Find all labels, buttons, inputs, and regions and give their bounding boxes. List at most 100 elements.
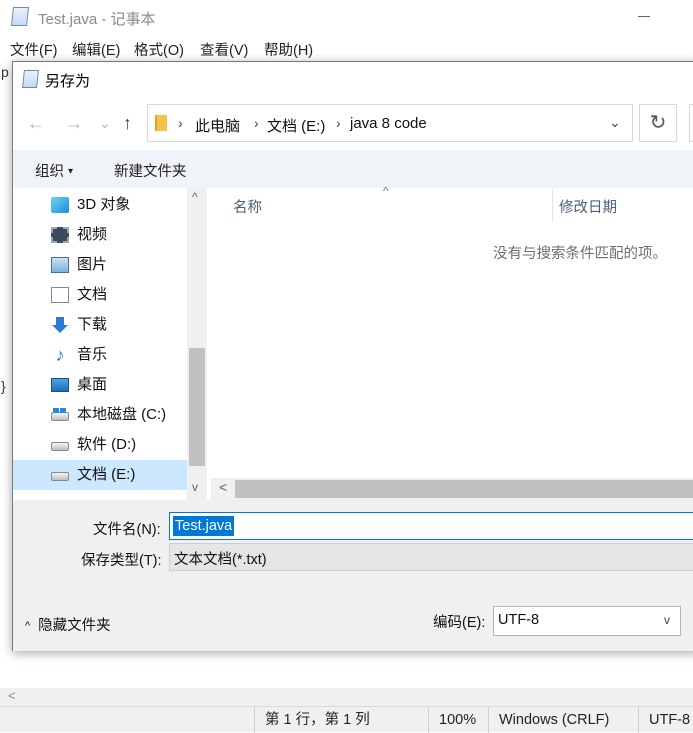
filetype-select[interactable]: 文本文档(*.txt)	[169, 543, 693, 571]
editor-text-fragment: p	[1, 64, 9, 80]
column-header-date-modified[interactable]: 修改日期	[559, 196, 617, 217]
documents-icon	[51, 287, 69, 303]
encoding-select[interactable]: UTF-8 v	[493, 606, 681, 636]
nav-item-3d-objects[interactable]: 3D 对象	[13, 190, 187, 220]
forward-arrow-icon[interactable]: →	[65, 113, 83, 133]
nav-item-downloads[interactable]: 下载	[13, 310, 187, 340]
search-input[interactable]	[689, 104, 693, 142]
nav-item-documents[interactable]: 文档	[13, 280, 187, 310]
up-arrow-icon[interactable]: ↑	[123, 113, 132, 133]
nav-item-label: 桌面	[77, 376, 108, 393]
scroll-left-icon[interactable]: <	[219, 479, 227, 495]
empty-results-message: 没有与搜索条件匹配的项。	[493, 246, 667, 262]
nav-item-local-disk-c[interactable]: 本地磁盘 (C:)	[13, 400, 187, 430]
drive-icon	[51, 472, 69, 481]
nav-item-label: 软件 (D:)	[77, 436, 137, 453]
file-list-horizontal-scrollbar[interactable]: <	[211, 478, 693, 500]
navigation-bar: ← → ⌄ ↑ › 此电脑 › 文档 (E:) › java 8 code ⌄ …	[13, 96, 693, 150]
system-drive-icon	[51, 408, 69, 421]
nav-item-label: 下载	[77, 316, 108, 333]
nav-item-label: 视频	[77, 226, 108, 243]
chevron-down-icon: v	[664, 613, 670, 627]
refresh-icon: ↻	[649, 112, 667, 134]
notepad-editor-edge[interactable]: p }	[0, 60, 12, 688]
minimize-icon[interactable]	[638, 16, 650, 17]
chevron-down-icon[interactable]: ⌄	[609, 114, 621, 131]
status-line-ending: Windows (CRLF)	[488, 707, 638, 733]
nav-item-pictures[interactable]: 图片	[13, 250, 187, 280]
nav-item-music[interactable]: ♪ 音乐	[13, 340, 187, 370]
nav-item-label: 图片	[77, 256, 108, 273]
scrollbar-thumb[interactable]	[189, 348, 205, 466]
breadcrumb-documents-drive[interactable]: 文档 (E:)	[267, 115, 325, 136]
scroll-up-icon[interactable]: ^	[192, 190, 198, 204]
organize-label: 组织	[35, 164, 64, 180]
menu-view[interactable]: 查看(V)	[200, 39, 248, 60]
filename-selected-text: Test.java	[173, 516, 235, 536]
column-header-row: ^ 名称 修改日期	[211, 184, 693, 222]
status-zoom: 100%	[428, 707, 488, 733]
status-cursor-position: 第 1 行，第 1 列	[254, 707, 428, 733]
nav-pane-scrollbar[interactable]: ^ v	[187, 188, 207, 500]
save-as-dialog: 另存为 ← → ⌄ ↑ › 此电脑 › 文档 (E:) › java 8 cod…	[12, 61, 693, 651]
dialog-title: 另存为	[45, 73, 91, 90]
menu-help[interactable]: 帮助(H)	[264, 39, 313, 60]
chevron-up-icon: ^	[25, 620, 31, 632]
organize-button[interactable]: 组织 ▾	[35, 160, 73, 181]
encoding-label: 编码(E):	[433, 615, 486, 631]
nav-item-videos[interactable]: 视频	[13, 220, 187, 250]
folder-icon	[155, 115, 167, 131]
save-options-panel: 文件名(N): Test.java 保存类型(T): 文本文档(*.txt) ^…	[13, 500, 693, 651]
menu-format[interactable]: 格式(O)	[134, 39, 184, 60]
filetype-label: 保存类型(T):	[81, 553, 162, 569]
breadcrumb-separator-icon[interactable]: ›	[178, 115, 183, 131]
back-arrow-icon[interactable]: ←	[27, 113, 45, 133]
new-folder-button[interactable]: 新建文件夹	[114, 160, 187, 181]
nav-item-documents-e[interactable]: 文档 (E:)	[13, 460, 187, 490]
music-icon: ♪	[55, 345, 65, 365]
menu-file[interactable]: 文件(F)	[10, 39, 58, 60]
nav-item-desktop[interactable]: 桌面	[13, 370, 187, 400]
nav-item-label: 3D 对象	[77, 196, 131, 213]
notepad-horizontal-scrollbar[interactable]: <	[0, 688, 693, 706]
recent-locations-icon[interactable]: ⌄	[99, 113, 111, 133]
breadcrumb-separator-icon[interactable]: ›	[336, 115, 341, 131]
address-bar[interactable]: › 此电脑 › 文档 (E:) › java 8 code ⌄	[147, 104, 633, 142]
notepad-window-title: Test.java - 记事本	[38, 11, 156, 28]
downloads-icon	[51, 317, 69, 333]
video-icon	[51, 227, 69, 243]
dialog-titlebar: 另存为	[13, 62, 693, 96]
notepad-menubar: 文件(F) 编辑(E) 格式(O) 查看(V) 帮助(H)	[0, 34, 693, 60]
column-divider[interactable]	[552, 188, 553, 222]
file-list-pane: ^ 名称 修改日期 没有与搜索条件匹配的项。 <	[211, 184, 693, 500]
notepad-statusbar: 第 1 行，第 1 列 100% Windows (CRLF) UTF-8	[0, 706, 693, 733]
navigation-pane: 3D 对象 视频 图片 文档 下载 ♪ 音乐 桌面 本地磁盘 (C:) 软件 (…	[13, 188, 207, 500]
3d-objects-icon	[51, 197, 69, 213]
refresh-button[interactable]: ↻	[639, 104, 677, 142]
filetype-value: 文本文档(*.txt)	[174, 552, 267, 568]
scrollbar-thumb[interactable]	[235, 480, 693, 498]
status-encoding: UTF-8	[638, 707, 693, 733]
command-bar: 组织 ▾ 新建文件夹	[13, 150, 693, 188]
nav-item-label: 文档	[77, 286, 108, 303]
drive-icon	[51, 442, 69, 451]
scroll-left-icon[interactable]: <	[8, 688, 16, 703]
filename-label: 文件名(N):	[93, 522, 161, 538]
notepad-icon	[22, 70, 39, 88]
caret-down-icon: ▾	[68, 166, 74, 177]
menu-edit[interactable]: 编辑(E)	[72, 39, 120, 60]
nav-item-label: 音乐	[77, 346, 108, 363]
hide-folders-button[interactable]: ^ 隐藏文件夹	[25, 614, 111, 635]
scroll-down-icon[interactable]: v	[192, 480, 198, 494]
breadcrumb-current-folder[interactable]: java 8 code	[350, 115, 427, 132]
filename-input[interactable]: Test.java	[169, 512, 693, 540]
nav-item-software-d[interactable]: 软件 (D:)	[13, 430, 187, 460]
breadcrumb-this-pc[interactable]: 此电脑	[195, 115, 240, 136]
nav-item-label: 文档 (E:)	[77, 466, 136, 483]
pictures-icon	[51, 257, 69, 273]
nav-item-label: 本地磁盘 (C:)	[77, 406, 167, 423]
breadcrumb-separator-icon[interactable]: ›	[254, 115, 259, 131]
hide-folders-label: 隐藏文件夹	[38, 618, 111, 634]
column-header-name[interactable]: 名称	[233, 196, 262, 217]
notepad-titlebar: Test.java - 记事本	[0, 0, 693, 34]
